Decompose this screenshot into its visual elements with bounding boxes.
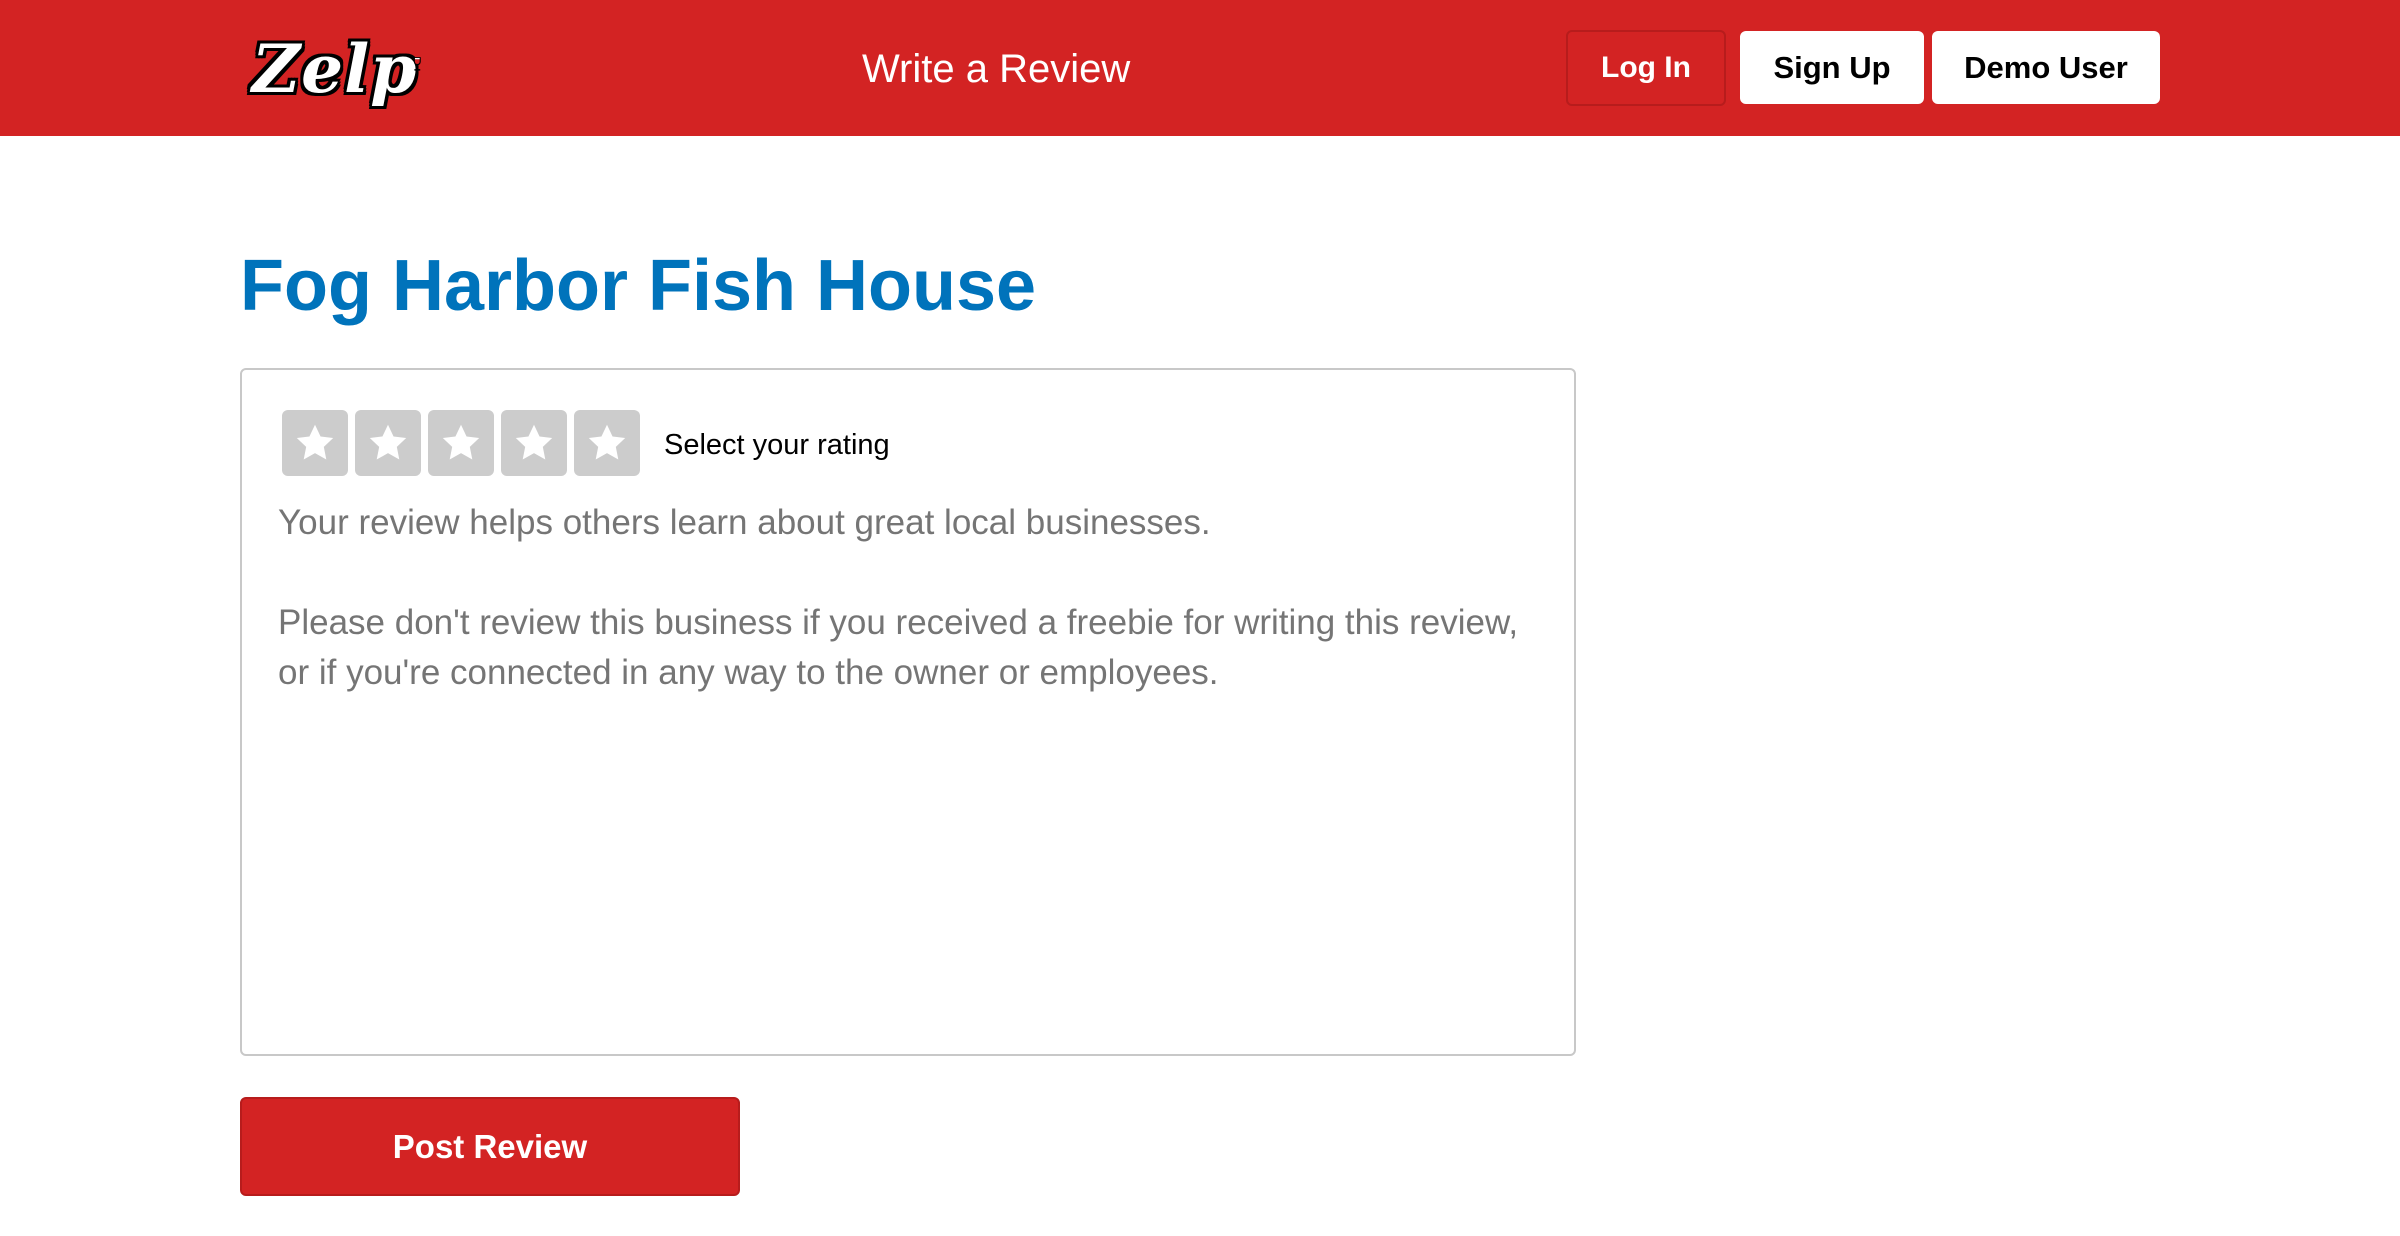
star-rating-4[interactable] <box>501 410 567 476</box>
star-icon <box>588 424 626 460</box>
logo-text: Zelp <box>252 30 418 108</box>
star-icon <box>442 424 480 460</box>
star-rating[interactable] <box>282 410 640 476</box>
rating-label: Select your rating <box>664 429 890 461</box>
review-placeholder-line-2: Please don't review this business if you… <box>278 603 1519 692</box>
star-icon <box>369 424 407 460</box>
star-rating-2[interactable] <box>355 410 421 476</box>
demo-user-button[interactable]: Demo User <box>1932 31 2160 104</box>
star-icon <box>515 424 553 460</box>
star-rating-3[interactable] <box>428 410 494 476</box>
wine-glass-icon <box>414 57 422 71</box>
business-name: Fog Harbor Fish House <box>240 246 1037 326</box>
zelp-logo[interactable]: Zelp <box>252 26 422 112</box>
star-icon <box>296 424 334 460</box>
post-review-button[interactable]: Post Review <box>240 1097 740 1196</box>
review-form-box: Select your rating Your review helps oth… <box>240 368 1576 1056</box>
review-placeholder-line-1: Your review helps others learn about gre… <box>278 503 1211 542</box>
top-navbar: Zelp Write a Review Log In Sign Up Demo … <box>0 0 2400 136</box>
signup-button[interactable]: Sign Up <box>1740 31 1924 104</box>
login-button[interactable]: Log In <box>1566 30 1726 106</box>
header-title: Write a Review <box>862 47 1131 91</box>
review-textarea[interactable]: Your review helps others learn about gre… <box>278 498 1538 1028</box>
star-rating-1[interactable] <box>282 410 348 476</box>
star-rating-5[interactable] <box>574 410 640 476</box>
